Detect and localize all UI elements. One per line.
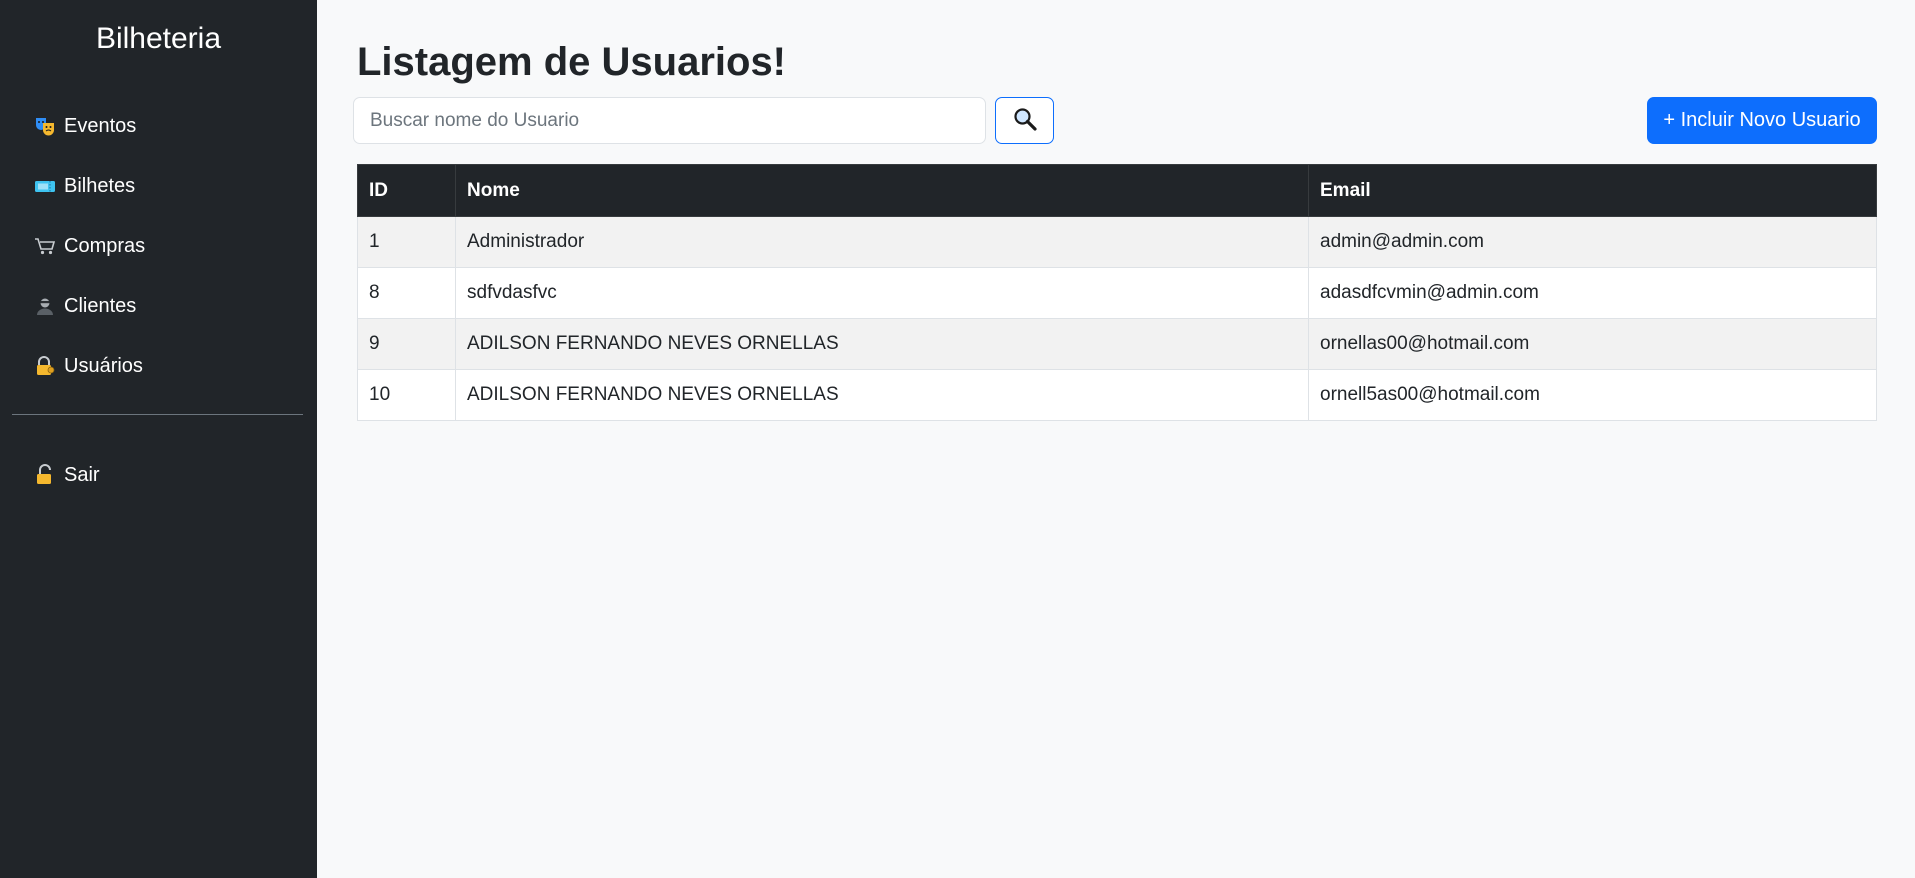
- sidebar-nav: Eventos Bilhetes Compras Clientes Usuári…: [0, 96, 317, 396]
- search-button[interactable]: [995, 97, 1054, 144]
- unlock-icon: [34, 464, 56, 486]
- page-title: Listagem de Usuarios!: [357, 40, 787, 84]
- users-table: ID Nome Email 1 Administrador admin@admi…: [357, 164, 1877, 421]
- theater-masks-icon: [34, 115, 56, 137]
- add-user-button[interactable]: + Incluir Novo Usuario: [1647, 97, 1877, 144]
- header-nome: Nome: [455, 164, 1309, 217]
- table-row[interactable]: 9 ADILSON FERNANDO NEVES ORNELLAS ornell…: [357, 318, 1877, 370]
- cell-id: 9: [357, 318, 456, 370]
- search-input[interactable]: [353, 97, 986, 144]
- header-id: ID: [357, 164, 456, 217]
- table-row[interactable]: 1 Administrador admin@admin.com: [357, 216, 1877, 268]
- cell-id: 10: [357, 369, 456, 421]
- sidebar-item-clientes[interactable]: Clientes: [0, 276, 317, 336]
- sidebar: Bilheteria Eventos Bilhetes Compras Clie…: [0, 0, 317, 878]
- cell-id: 8: [357, 267, 456, 319]
- sidebar-item-label: Compras: [64, 234, 146, 257]
- header-email: Email: [1308, 164, 1877, 217]
- sidebar-divider: [12, 414, 303, 415]
- sidebar-item-label: Eventos: [64, 114, 137, 137]
- user-icon: [34, 295, 56, 317]
- lock-key-icon: [34, 355, 56, 377]
- cell-email: admin@admin.com: [1308, 216, 1877, 268]
- brand-title: Bilheteria: [95, 22, 222, 55]
- sidebar-item-eventos[interactable]: Eventos: [0, 96, 317, 156]
- sidebar-item-label: Bilhetes: [64, 174, 136, 197]
- cell-nome: Administrador: [455, 216, 1309, 268]
- cell-nome: sdfvdasfvc: [455, 267, 1309, 319]
- sidebar-item-label: Sair: [64, 463, 100, 486]
- cell-nome: ADILSON FERNANDO NEVES ORNELLAS: [455, 369, 1309, 421]
- sidebar-item-bilhetes[interactable]: Bilhetes: [0, 156, 317, 216]
- table-row[interactable]: 10 ADILSON FERNANDO NEVES ORNELLAS ornel…: [357, 369, 1877, 421]
- cell-id: 1: [357, 216, 456, 268]
- sidebar-item-sair[interactable]: Sair: [0, 445, 317, 505]
- table-row[interactable]: 8 sdfvdasfvc adasdfcvmin@admin.com: [357, 267, 1877, 319]
- cell-email: ornellas00@hotmail.com: [1308, 318, 1877, 370]
- sidebar-item-compras[interactable]: Compras: [0, 216, 317, 276]
- sidebar-item-label: Usuários: [64, 354, 143, 377]
- cell-email: adasdfcvmin@admin.com: [1308, 267, 1877, 319]
- table-header-row: ID Nome Email: [357, 164, 1877, 217]
- sidebar-item-usuarios[interactable]: Usuários: [0, 336, 317, 396]
- shopping-cart-icon: [34, 235, 56, 257]
- search-icon: [1012, 106, 1038, 135]
- sidebar-item-label: Clientes: [64, 294, 137, 317]
- cell-email: ornell5as00@hotmail.com: [1308, 369, 1877, 421]
- main-content: Listagem de Usuarios! + Incluir Novo Usu…: [317, 0, 1915, 878]
- cell-nome: ADILSON FERNANDO NEVES ORNELLAS: [455, 318, 1309, 370]
- ticket-icon: [34, 175, 56, 197]
